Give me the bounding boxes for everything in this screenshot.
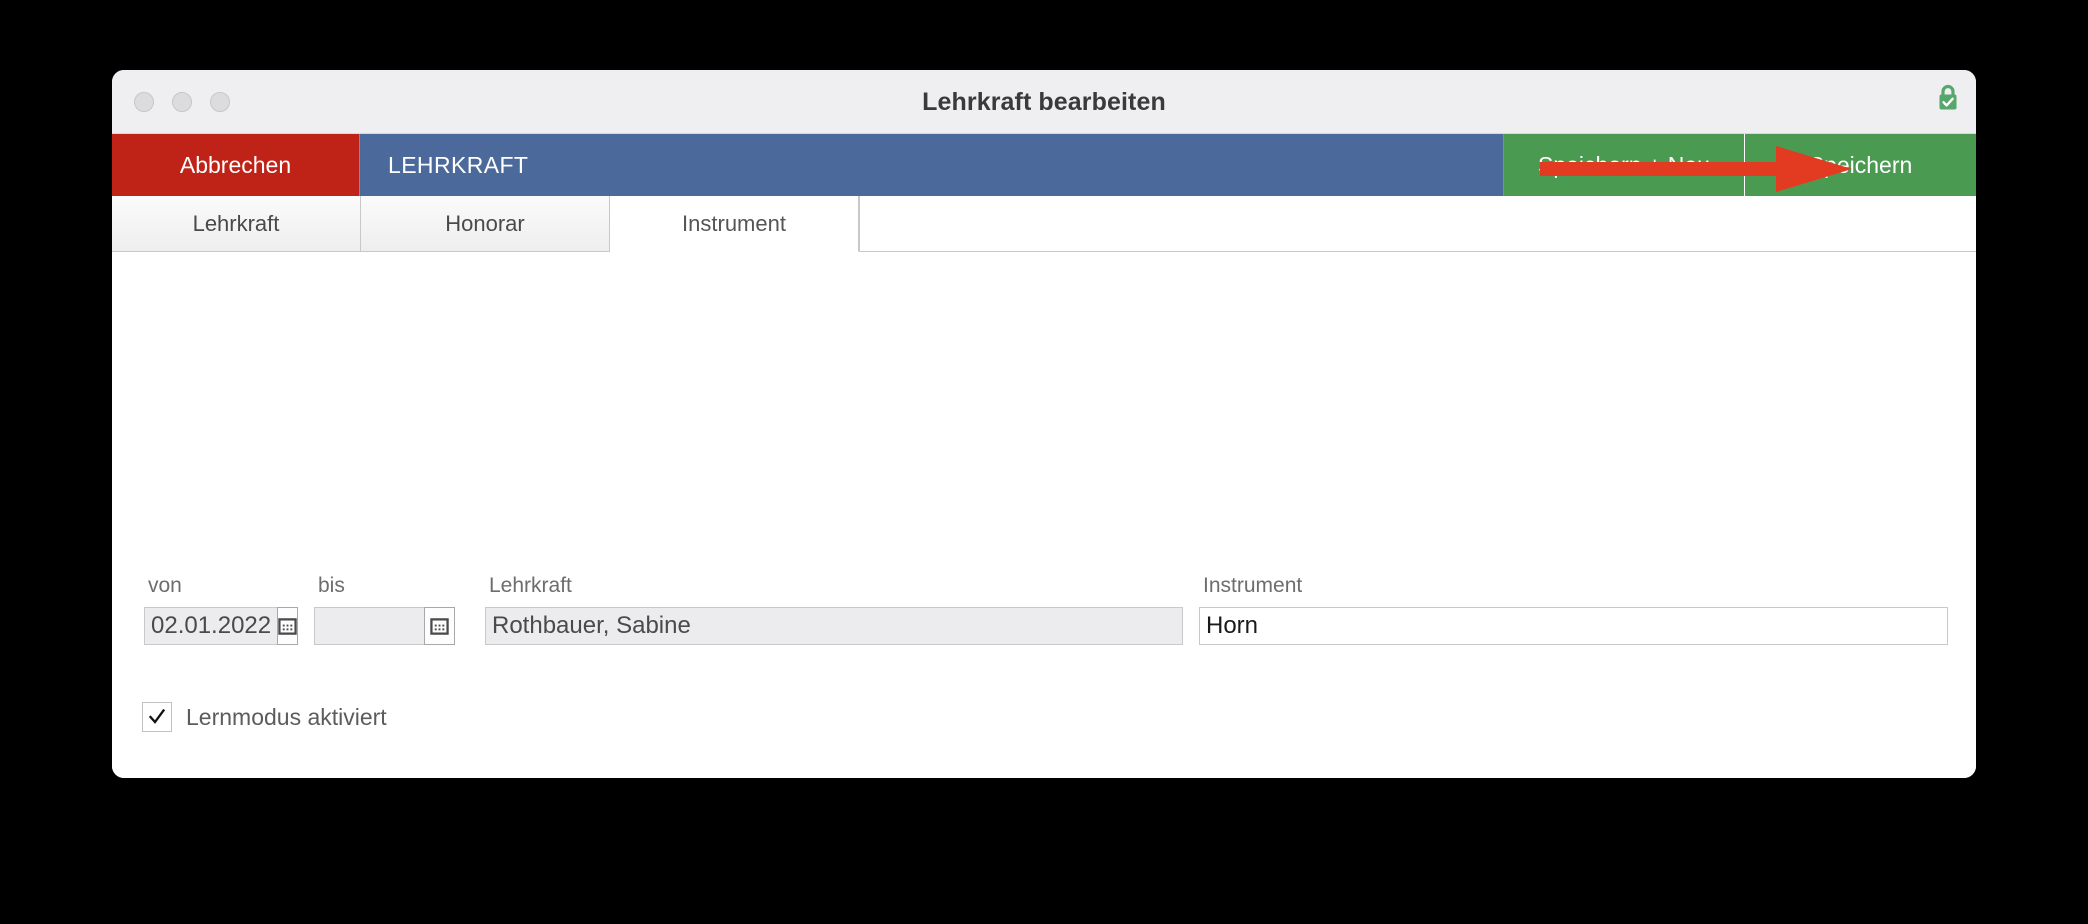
field-label-bis: bis	[318, 574, 345, 597]
green-lock-check-icon	[1934, 82, 1962, 114]
lehrkraft-input[interactable]: Rothbauer, Sabine	[485, 607, 1183, 645]
app-window: Lehrkraft bearbeiten Abbrechen LEHRKRAFT…	[112, 70, 1976, 778]
field-bis: bis	[314, 574, 455, 645]
date-input-group-bis	[314, 607, 455, 645]
calendar-icon[interactable]	[424, 607, 455, 645]
checkmark-icon	[148, 708, 166, 724]
action-bar: Abbrechen LEHRKRAFT Speichern + Neu Spei…	[112, 134, 1976, 196]
tab-lehrkraft[interactable]: Lehrkraft	[112, 196, 361, 252]
field-von: von 02.01.2022	[144, 574, 299, 645]
lernmodus-checkbox-row[interactable]: Lernmodus aktiviert	[142, 702, 387, 732]
screen: Lehrkraft bearbeiten Abbrechen LEHRKRAFT…	[0, 0, 2088, 924]
bis-input[interactable]	[314, 607, 425, 645]
tab-strip-filler	[859, 196, 1976, 252]
field-instrument: Instrument Horn	[1199, 574, 1948, 645]
von-input[interactable]: 02.01.2022	[144, 607, 279, 645]
tab-instrument[interactable]: Instrument	[610, 196, 859, 252]
instrument-input[interactable]: Horn	[1199, 607, 1948, 645]
save-button[interactable]: Speichern	[1744, 134, 1976, 196]
date-input-group-von: 02.01.2022	[144, 607, 299, 645]
lernmodus-checkbox[interactable]	[142, 702, 172, 732]
field-label-instrument: Instrument	[1203, 574, 1303, 597]
form-body: von 02.01.2022 bis Lehrkraft Rothbauer, …	[112, 252, 1976, 778]
field-label-lehrkraft: Lehrkraft	[489, 574, 572, 597]
field-lehrkraft: Lehrkraft Rothbauer, Sabine	[485, 574, 1183, 645]
save-and-new-button[interactable]: Speichern + Neu	[1504, 134, 1744, 196]
window-title: Lehrkraft bearbeiten	[922, 88, 1166, 116]
lernmodus-checkbox-label: Lernmodus aktiviert	[186, 703, 387, 730]
field-label-von: von	[148, 574, 182, 597]
field-row: von 02.01.2022 bis Lehrkraft Rothbauer, …	[144, 574, 1948, 645]
cancel-button[interactable]: Abbrechen	[112, 134, 359, 196]
calendar-icon[interactable]	[277, 607, 299, 645]
section-title: LEHRKRAFT	[359, 134, 1504, 196]
tab-strip: Lehrkraft Honorar Instrument	[112, 196, 1976, 252]
tab-honorar[interactable]: Honorar	[361, 196, 610, 252]
window-titlebar: Lehrkraft bearbeiten	[112, 70, 1976, 134]
